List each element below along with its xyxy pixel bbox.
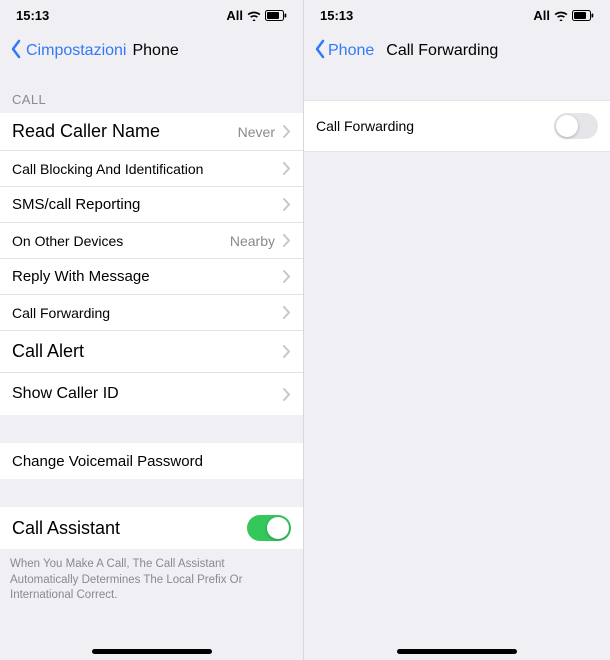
back-label: Phone [328,42,374,60]
chevron-right-icon [283,388,291,401]
call-assistant-footer: When You Make A Call, The Call Assistant… [0,549,303,612]
carrier-label: All [533,8,550,23]
chevron-right-icon [283,306,291,319]
right-screen: 15:13 All Phone Call Forwarding Call For… [304,0,610,660]
row-value: Never [238,124,291,140]
status-bar: 15:13 All [0,0,303,30]
row-label: Call Forwarding [316,118,414,134]
chevron-right-icon [283,234,291,247]
call-forwarding-toggle[interactable] [554,113,598,139]
row-label: Read Caller Name [12,121,160,142]
row-label: Show Caller ID [12,385,119,403]
battery-icon [265,10,287,21]
back-label: Cimpostazioni [26,42,126,60]
chevron-right-icon [283,198,291,211]
row-label: Call Blocking And Identification [12,161,203,177]
wifi-icon [247,10,261,21]
settings-list-3: Call Assistant [0,507,303,549]
status-right: All [226,8,287,23]
row-sms-reporting[interactable]: SMS/call Reporting [0,187,303,223]
section-header-call: CALL [0,72,303,113]
chevron-right-icon [283,125,291,138]
row-change-voicemail-password[interactable]: Change Voicemail Password [0,443,303,479]
row-label: Call Alert [12,341,84,362]
nav-title: Phone [132,42,178,60]
chevron-right-icon [283,345,291,358]
wifi-icon [554,10,568,21]
nav-bar: Phone Call Forwarding [304,30,610,72]
left-screen: 15:13 All Cimpostazioni Phone CALL Read … [0,0,304,660]
status-time: 15:13 [320,8,353,23]
settings-list-2: Change Voicemail Password [0,443,303,479]
chevron-left-icon [314,39,326,64]
call-assistant-toggle[interactable] [247,515,291,541]
status-right: All [533,8,594,23]
back-button[interactable]: Cimpostazioni [10,39,126,64]
carrier-label: All [226,8,243,23]
row-call-blocking[interactable]: Call Blocking And Identification [0,151,303,187]
value-text: Nearby [230,233,275,249]
spacer [0,415,303,443]
chevron-left-icon [10,39,22,64]
home-indicator[interactable] [397,649,517,654]
row-label: SMS/call Reporting [12,196,140,213]
row-call-assistant: Call Assistant [0,507,303,549]
row-call-forwarding[interactable]: Call Forwarding [0,295,303,331]
call-forwarding-list: Call Forwarding [304,100,610,152]
row-label: Change Voicemail Password [12,453,203,470]
nav-bar: Cimpostazioni Phone [0,30,303,72]
row-label: Reply With Message [12,268,150,285]
chevron-right-icon [283,270,291,283]
row-label: On Other Devices [12,233,123,249]
row-other-devices[interactable]: On Other Devices Nearby [0,223,303,259]
nav-title: Call Forwarding [386,42,498,60]
spacer [0,479,303,507]
settings-list-1: Read Caller Name Never Call Blocking And… [0,113,303,415]
row-show-caller-id[interactable]: Show Caller ID [0,373,303,415]
row-call-forwarding-toggle: Call Forwarding [304,100,610,152]
status-time: 15:13 [16,8,49,23]
back-button[interactable]: Phone [314,39,374,64]
chevron-right-icon [283,162,291,175]
row-label: Call Assistant [12,518,120,539]
row-label: Call Forwarding [12,305,110,321]
battery-icon [572,10,594,21]
value-text: Never [238,124,275,140]
row-value: Nearby [230,233,291,249]
row-reply-with-message[interactable]: Reply With Message [0,259,303,295]
row-call-alert[interactable]: Call Alert [0,331,303,373]
home-indicator[interactable] [92,649,212,654]
row-read-caller-name[interactable]: Read Caller Name Never [0,113,303,151]
status-bar: 15:13 All [304,0,610,30]
